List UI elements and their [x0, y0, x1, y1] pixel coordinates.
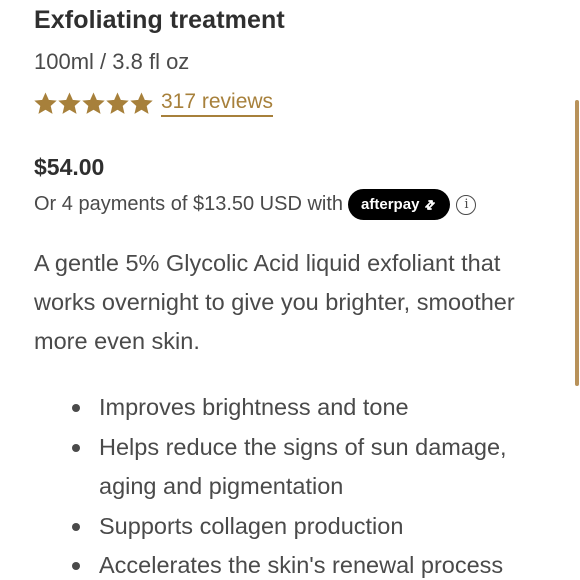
product-title: Exfoliating treatment [34, 6, 285, 34]
benefit-item: Supports collagen production [72, 507, 507, 547]
reviews-link[interactable]: 317 reviews [161, 90, 274, 117]
product-size: 100ml / 3.8 fl oz [34, 49, 190, 74]
benefit-item: Helps reduce the signs of sun damage, agi… [72, 428, 507, 507]
rating-row: 317 reviews [34, 90, 274, 117]
benefit-text: Helps reduce the signs of sun damage, [99, 433, 507, 460]
benefit-item: Accelerates the skin's renewal process [72, 546, 507, 580]
installments-text: Or 4 payments of $13.50 USD with [34, 193, 344, 215]
description-line: A gentle 5% Glycolic Acid liquid exfolia… [34, 250, 501, 276]
star-rating [34, 92, 153, 115]
benefit-text: aging and pigmentation [99, 473, 344, 499]
benefit-item: Improves brightness and tone [72, 388, 507, 428]
star-icon [106, 92, 129, 115]
afterpay-label: afterpay [361, 196, 420, 213]
installments-row: Or 4 payments of $13.50 USD with afterpa… [34, 189, 477, 220]
benefit-text: Accelerates the skin's renewal process [99, 552, 504, 578]
info-icon[interactable]: i [456, 194, 477, 215]
product-price: $54.00 [34, 154, 105, 180]
star-icon [130, 92, 153, 115]
star-icon [58, 92, 81, 115]
benefit-text: Supports collagen production [99, 512, 404, 539]
product-detail-page: Exfoliating treatment 100ml / 3.8 fl oz … [0, 0, 580, 580]
star-icon [34, 92, 57, 115]
product-description: A gentle 5% Glycolic Acid liquid exfolia… [34, 244, 580, 361]
afterpay-arrows-icon [422, 198, 438, 212]
description-line: more even skin. [34, 328, 200, 354]
scrollbar[interactable] [575, 100, 579, 386]
benefit-text: Improves brightness and tone [99, 394, 409, 420]
afterpay-badge[interactable]: afterpay [348, 189, 451, 220]
star-icon [82, 92, 105, 115]
description-line: works overnight to give you brighter, sm… [34, 289, 515, 315]
benefits-list: Improves brightness and tone Helps reduce… [72, 388, 507, 580]
